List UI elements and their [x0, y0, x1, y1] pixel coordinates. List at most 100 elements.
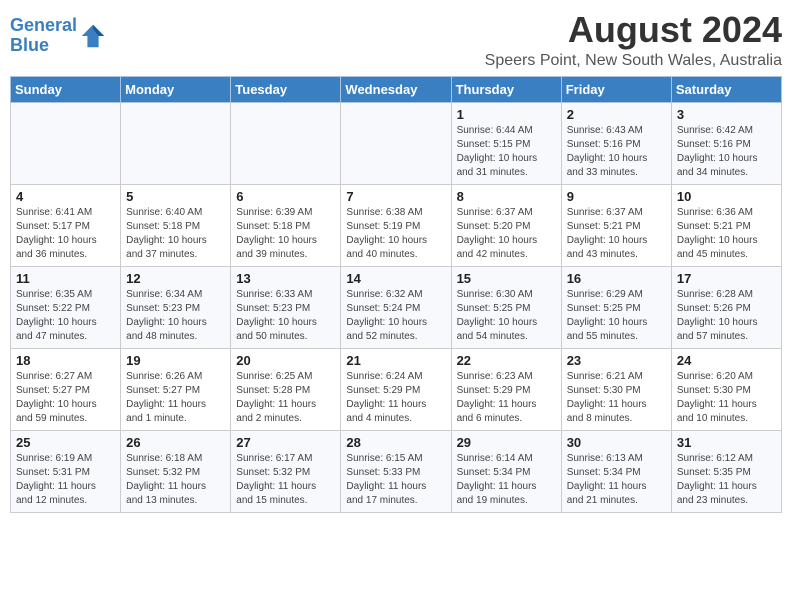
day-number: 17: [677, 271, 776, 286]
day-info: Sunrise: 6:37 AMSunset: 5:20 PMDaylight:…: [457, 206, 556, 262]
day-info: Sunrise: 6:19 AMSunset: 5:31 PMDaylight:…: [16, 452, 115, 508]
day-number: 23: [567, 353, 666, 368]
day-number: 24: [677, 353, 776, 368]
day-info: Sunrise: 6:23 AMSunset: 5:29 PMDaylight:…: [457, 370, 556, 426]
day-number: 10: [677, 189, 776, 204]
calendar-week-2: 4 Sunrise: 6:41 AMSunset: 5:17 PMDaylight…: [11, 184, 782, 266]
day-info: Sunrise: 6:12 AMSunset: 5:35 PMDaylight:…: [677, 452, 776, 508]
day-info: Sunrise: 6:44 AMSunset: 5:15 PMDaylight:…: [457, 124, 556, 180]
title-block: August 2024 Speers Point, New South Wale…: [485, 10, 782, 70]
day-number: 14: [346, 271, 445, 286]
day-number: 13: [236, 271, 335, 286]
day-number: 21: [346, 353, 445, 368]
day-number: 12: [126, 271, 225, 286]
calendar-cell: 20 Sunrise: 6:25 AMSunset: 5:28 PMDayligh…: [231, 348, 341, 430]
page-header: General Blue August 2024 Speers Point, N…: [10, 10, 782, 70]
day-info: Sunrise: 6:43 AMSunset: 5:16 PMDaylight:…: [567, 124, 666, 180]
subtitle: Speers Point, New South Wales, Australia: [485, 52, 782, 70]
day-info: Sunrise: 6:20 AMSunset: 5:30 PMDaylight:…: [677, 370, 776, 426]
day-info: Sunrise: 6:25 AMSunset: 5:28 PMDaylight:…: [236, 370, 335, 426]
day-info: Sunrise: 6:15 AMSunset: 5:33 PMDaylight:…: [346, 452, 445, 508]
weekday-header-saturday: Saturday: [671, 76, 781, 102]
calendar-cell: 21 Sunrise: 6:24 AMSunset: 5:29 PMDayligh…: [341, 348, 451, 430]
day-info: Sunrise: 6:41 AMSunset: 5:17 PMDaylight:…: [16, 206, 115, 262]
day-info: Sunrise: 6:18 AMSunset: 5:32 PMDaylight:…: [126, 452, 225, 508]
day-info: Sunrise: 6:39 AMSunset: 5:18 PMDaylight:…: [236, 206, 335, 262]
day-number: 29: [457, 435, 556, 450]
calendar-cell: [231, 102, 341, 184]
day-info: Sunrise: 6:35 AMSunset: 5:22 PMDaylight:…: [16, 288, 115, 344]
day-number: 11: [16, 271, 115, 286]
calendar-cell: 30Sunrise: 6:13 AMSunset: 5:34 PMDayligh…: [561, 430, 671, 512]
calendar-cell: 24 Sunrise: 6:20 AMSunset: 5:30 PMDayligh…: [671, 348, 781, 430]
day-number: 8: [457, 189, 556, 204]
day-number: 26: [126, 435, 225, 450]
day-number: 28: [346, 435, 445, 450]
day-number: 5: [126, 189, 225, 204]
day-info: Sunrise: 6:36 AMSunset: 5:21 PMDaylight:…: [677, 206, 776, 262]
day-number: 1: [457, 107, 556, 122]
calendar-cell: [341, 102, 451, 184]
day-info: Sunrise: 6:38 AMSunset: 5:19 PMDaylight:…: [346, 206, 445, 262]
calendar-cell: 14 Sunrise: 6:32 AMSunset: 5:24 PMDayligh…: [341, 266, 451, 348]
day-info: Sunrise: 6:28 AMSunset: 5:26 PMDaylight:…: [677, 288, 776, 344]
day-info: Sunrise: 6:34 AMSunset: 5:23 PMDaylight:…: [126, 288, 225, 344]
day-number: 16: [567, 271, 666, 286]
calendar-cell: 12 Sunrise: 6:34 AMSunset: 5:23 PMDayligh…: [121, 266, 231, 348]
calendar-cell: 22 Sunrise: 6:23 AMSunset: 5:29 PMDayligh…: [451, 348, 561, 430]
day-info: Sunrise: 6:37 AMSunset: 5:21 PMDaylight:…: [567, 206, 666, 262]
calendar-cell: 9 Sunrise: 6:37 AMSunset: 5:21 PMDaylight…: [561, 184, 671, 266]
logo-icon: [79, 22, 107, 50]
calendar-cell: 8 Sunrise: 6:37 AMSunset: 5:20 PMDaylight…: [451, 184, 561, 266]
day-info: Sunrise: 6:17 AMSunset: 5:32 PMDaylight:…: [236, 452, 335, 508]
day-info: Sunrise: 6:29 AMSunset: 5:25 PMDaylight:…: [567, 288, 666, 344]
weekday-header-friday: Friday: [561, 76, 671, 102]
calendar-cell: 19 Sunrise: 6:26 AMSunset: 5:27 PMDayligh…: [121, 348, 231, 430]
calendar-cell: 4 Sunrise: 6:41 AMSunset: 5:17 PMDaylight…: [11, 184, 121, 266]
calendar-cell: 11 Sunrise: 6:35 AMSunset: 5:22 PMDayligh…: [11, 266, 121, 348]
day-info: Sunrise: 6:42 AMSunset: 5:16 PMDaylight:…: [677, 124, 776, 180]
day-info: Sunrise: 6:13 AMSunset: 5:34 PMDaylight:…: [567, 452, 666, 508]
day-info: Sunrise: 6:32 AMSunset: 5:24 PMDaylight:…: [346, 288, 445, 344]
calendar-week-3: 11 Sunrise: 6:35 AMSunset: 5:22 PMDayligh…: [11, 266, 782, 348]
calendar-week-4: 18Sunrise: 6:27 AMSunset: 5:27 PMDayligh…: [11, 348, 782, 430]
day-number: 9: [567, 189, 666, 204]
logo-text: General Blue: [10, 16, 77, 56]
calendar-week-1: 1 Sunrise: 6:44 AMSunset: 5:15 PMDaylight…: [11, 102, 782, 184]
day-info: Sunrise: 6:24 AMSunset: 5:29 PMDaylight:…: [346, 370, 445, 426]
day-info: Sunrise: 6:14 AMSunset: 5:34 PMDaylight:…: [457, 452, 556, 508]
logo: General Blue: [10, 16, 107, 56]
day-info: Sunrise: 6:21 AMSunset: 5:30 PMDaylight:…: [567, 370, 666, 426]
calendar-cell: 3 Sunrise: 6:42 AMSunset: 5:16 PMDaylight…: [671, 102, 781, 184]
calendar-cell: 26 Sunrise: 6:18 AMSunset: 5:32 PMDayligh…: [121, 430, 231, 512]
weekday-header-tuesday: Tuesday: [231, 76, 341, 102]
weekday-header-row: SundayMondayTuesdayWednesdayThursdayFrid…: [11, 76, 782, 102]
day-number: 25: [16, 435, 115, 450]
weekday-header-thursday: Thursday: [451, 76, 561, 102]
day-number: 19: [126, 353, 225, 368]
day-number: 18: [16, 353, 115, 368]
day-number: 7: [346, 189, 445, 204]
day-info: Sunrise: 6:40 AMSunset: 5:18 PMDaylight:…: [126, 206, 225, 262]
day-number: 20: [236, 353, 335, 368]
day-number: 31: [677, 435, 776, 450]
day-info: Sunrise: 6:26 AMSunset: 5:27 PMDaylight:…: [126, 370, 225, 426]
day-number: 22: [457, 353, 556, 368]
calendar-cell: 2Sunrise: 6:43 AMSunset: 5:16 PMDaylight…: [561, 102, 671, 184]
day-number: 4: [16, 189, 115, 204]
weekday-header-monday: Monday: [121, 76, 231, 102]
calendar-cell: 15Sunrise: 6:30 AMSunset: 5:25 PMDayligh…: [451, 266, 561, 348]
calendar-cell: [11, 102, 121, 184]
day-info: Sunrise: 6:30 AMSunset: 5:25 PMDaylight:…: [457, 288, 556, 344]
calendar-cell: [121, 102, 231, 184]
day-number: 3: [677, 107, 776, 122]
main-title: August 2024: [485, 10, 782, 50]
calendar-week-5: 25 Sunrise: 6:19 AMSunset: 5:31 PMDayligh…: [11, 430, 782, 512]
calendar-cell: 29 Sunrise: 6:14 AMSunset: 5:34 PMDayligh…: [451, 430, 561, 512]
day-info: Sunrise: 6:33 AMSunset: 5:23 PMDaylight:…: [236, 288, 335, 344]
calendar-table: SundayMondayTuesdayWednesdayThursdayFrid…: [10, 76, 782, 513]
calendar-cell: 16 Sunrise: 6:29 AMSunset: 5:25 PMDayligh…: [561, 266, 671, 348]
calendar-cell: 10 Sunrise: 6:36 AMSunset: 5:21 PMDayligh…: [671, 184, 781, 266]
day-number: 27: [236, 435, 335, 450]
calendar-cell: 5 Sunrise: 6:40 AMSunset: 5:18 PMDaylight…: [121, 184, 231, 266]
